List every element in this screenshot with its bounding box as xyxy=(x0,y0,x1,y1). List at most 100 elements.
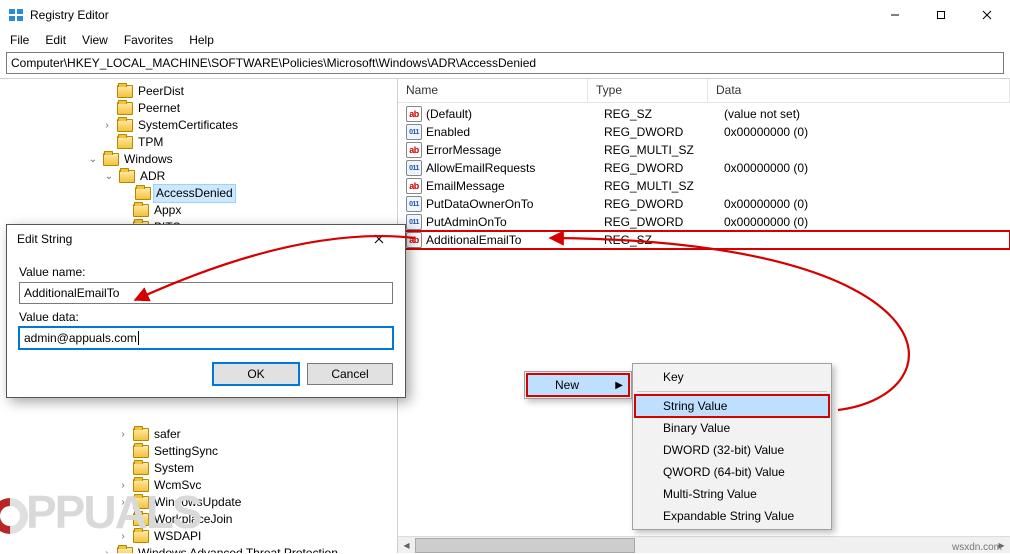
scroll-left-button[interactable]: ◂ xyxy=(398,537,415,554)
tree-node-wcmsvc[interactable]: ›WcmSvc xyxy=(0,477,397,494)
address-text: Computer\HKEY_LOCAL_MACHINE\SOFTWARE\Pol… xyxy=(11,56,536,70)
value-type: REG_MULTI_SZ xyxy=(604,143,724,157)
tree-node-accessdenied[interactable]: ▸AccessDenied xyxy=(0,185,397,202)
value-data: 0x00000000 (0) xyxy=(724,125,1010,139)
string-value-icon xyxy=(406,232,422,248)
folder-icon xyxy=(117,136,133,149)
folder-icon xyxy=(135,187,151,200)
context-menu-new[interactable]: New ▶ xyxy=(527,374,629,396)
column-name[interactable]: Name xyxy=(398,79,588,102)
address-bar[interactable]: Computer\HKEY_LOCAL_MACHINE\SOFTWARE\Pol… xyxy=(6,52,1004,74)
window-maximize-button[interactable] xyxy=(918,0,964,30)
window-titlebar: Registry Editor xyxy=(0,0,1010,30)
dialog-title: Edit String xyxy=(17,232,359,246)
list-header[interactable]: Name Type Data xyxy=(398,79,1010,103)
menu-help[interactable]: Help xyxy=(181,31,222,49)
value-data: 0x00000000 (0) xyxy=(724,161,1010,175)
tree-node-tpm[interactable]: ▸TPM xyxy=(0,134,397,151)
folder-icon xyxy=(133,428,149,441)
tree-node-settingsync[interactable]: ▸SettingSync xyxy=(0,443,397,460)
menu-edit[interactable]: Edit xyxy=(37,31,74,49)
string-value-icon xyxy=(406,178,422,194)
value-name: PutDataOwnerOnTo xyxy=(426,197,604,211)
value-name: AdditionalEmailTo xyxy=(426,233,604,247)
value-name: AllowEmailRequests xyxy=(426,161,604,175)
submenu-dword-value[interactable]: DWORD (32-bit) Value xyxy=(635,439,829,461)
folder-icon xyxy=(119,170,135,183)
menu-view[interactable]: View xyxy=(74,31,116,49)
tree-node-workplacejoin[interactable]: ▸WorkplaceJoin xyxy=(0,511,397,528)
folder-icon xyxy=(133,445,149,458)
tree-node-appx[interactable]: ▸Appx xyxy=(0,202,397,219)
tree-node-safer[interactable]: ›safer xyxy=(0,426,397,443)
value-data-field[interactable]: admin@appuals.com xyxy=(19,327,393,349)
app-icon xyxy=(8,7,24,23)
value-name-label: Value name: xyxy=(19,265,393,279)
dword-value-icon xyxy=(406,196,422,212)
folder-icon xyxy=(103,153,119,166)
folder-icon xyxy=(117,102,133,115)
value-row[interactable]: AdditionalEmailToREG_SZ xyxy=(398,231,1010,249)
dword-value-icon xyxy=(406,124,422,140)
value-row[interactable]: EmailMessageREG_MULTI_SZ xyxy=(398,177,1010,195)
values-pane[interactable]: Name Type Data (Default)REG_SZ(value not… xyxy=(398,79,1010,553)
edit-string-dialog: Edit String Value name: AdditionalEmailT… xyxy=(6,224,406,398)
tree-node-system[interactable]: ▸System xyxy=(0,460,397,477)
dialog-close-button[interactable] xyxy=(359,226,399,252)
value-type: REG_DWORD xyxy=(604,161,724,175)
folder-icon xyxy=(133,530,149,543)
tree-node-wsdapi[interactable]: ›WSDAPI xyxy=(0,528,397,545)
value-type: REG_DWORD xyxy=(604,125,724,139)
folder-icon xyxy=(117,547,133,553)
folder-icon xyxy=(133,496,149,509)
value-name: PutAdminOnTo xyxy=(426,215,604,229)
menu-label: New xyxy=(555,378,579,392)
value-type: REG_DWORD xyxy=(604,215,724,229)
value-row[interactable]: ErrorMessageREG_MULTI_SZ xyxy=(398,141,1010,159)
value-row[interactable]: PutDataOwnerOnToREG_DWORD0x00000000 (0) xyxy=(398,195,1010,213)
submenu-qword-value[interactable]: QWORD (64-bit) Value xyxy=(635,461,829,483)
value-data-label: Value data: xyxy=(19,310,393,324)
tree-node-watp[interactable]: ›Windows Advanced Threat Protection xyxy=(0,545,397,553)
submenu-multistring-value[interactable]: Multi-String Value xyxy=(635,483,829,505)
tree-node-windowsupdate[interactable]: ›WindowsUpdate xyxy=(0,494,397,511)
value-name: EmailMessage xyxy=(426,179,604,193)
context-submenu-new: Key String Value Binary Value DWORD (32-… xyxy=(632,363,832,530)
ok-button[interactable]: OK xyxy=(213,363,299,385)
column-data[interactable]: Data xyxy=(708,79,1010,102)
tree-node-systemcertificates[interactable]: ›SystemCertificates xyxy=(0,117,397,134)
tree-node-windows[interactable]: ⌄Windows xyxy=(0,151,397,168)
scroll-thumb[interactable] xyxy=(415,538,635,553)
menu-bar: File Edit View Favorites Help xyxy=(0,30,1010,50)
submenu-expandablestring-value[interactable]: Expandable String Value xyxy=(635,505,829,527)
value-name-field: AdditionalEmailTo xyxy=(19,282,393,304)
value-data: (value not set) xyxy=(724,107,1010,121)
value-row[interactable]: PutAdminOnToREG_DWORD0x00000000 (0) xyxy=(398,213,1010,231)
menu-favorites[interactable]: Favorites xyxy=(116,31,181,49)
submenu-key[interactable]: Key xyxy=(635,366,829,388)
column-type[interactable]: Type xyxy=(588,79,708,102)
value-row[interactable]: EnabledREG_DWORD0x00000000 (0) xyxy=(398,123,1010,141)
folder-icon xyxy=(133,513,149,526)
value-name: (Default) xyxy=(426,107,604,121)
tree-node-peernet[interactable]: ▸Peernet xyxy=(0,100,397,117)
tree-node-peerdist[interactable]: ▸PeerDist xyxy=(0,83,397,100)
value-type: REG_SZ xyxy=(604,107,724,121)
value-data: 0x00000000 (0) xyxy=(724,215,1010,229)
value-name: Enabled xyxy=(426,125,604,139)
submenu-binary-value[interactable]: Binary Value xyxy=(635,417,829,439)
value-row[interactable]: AllowEmailRequestsREG_DWORD0x00000000 (0… xyxy=(398,159,1010,177)
horizontal-scrollbar[interactable]: ◂ ▸ xyxy=(398,536,1010,553)
menu-file[interactable]: File xyxy=(2,31,37,49)
tree-node-adr[interactable]: ⌄ADR xyxy=(0,168,397,185)
value-type: REG_MULTI_SZ xyxy=(604,179,724,193)
value-type: REG_DWORD xyxy=(604,197,724,211)
window-minimize-button[interactable] xyxy=(872,0,918,30)
folder-icon xyxy=(117,119,133,132)
string-value-icon xyxy=(406,106,422,122)
value-row[interactable]: (Default)REG_SZ(value not set) xyxy=(398,105,1010,123)
submenu-string-value[interactable]: String Value xyxy=(635,395,829,417)
dword-value-icon xyxy=(406,160,422,176)
window-close-button[interactable] xyxy=(964,0,1010,30)
cancel-button[interactable]: Cancel xyxy=(307,363,393,385)
